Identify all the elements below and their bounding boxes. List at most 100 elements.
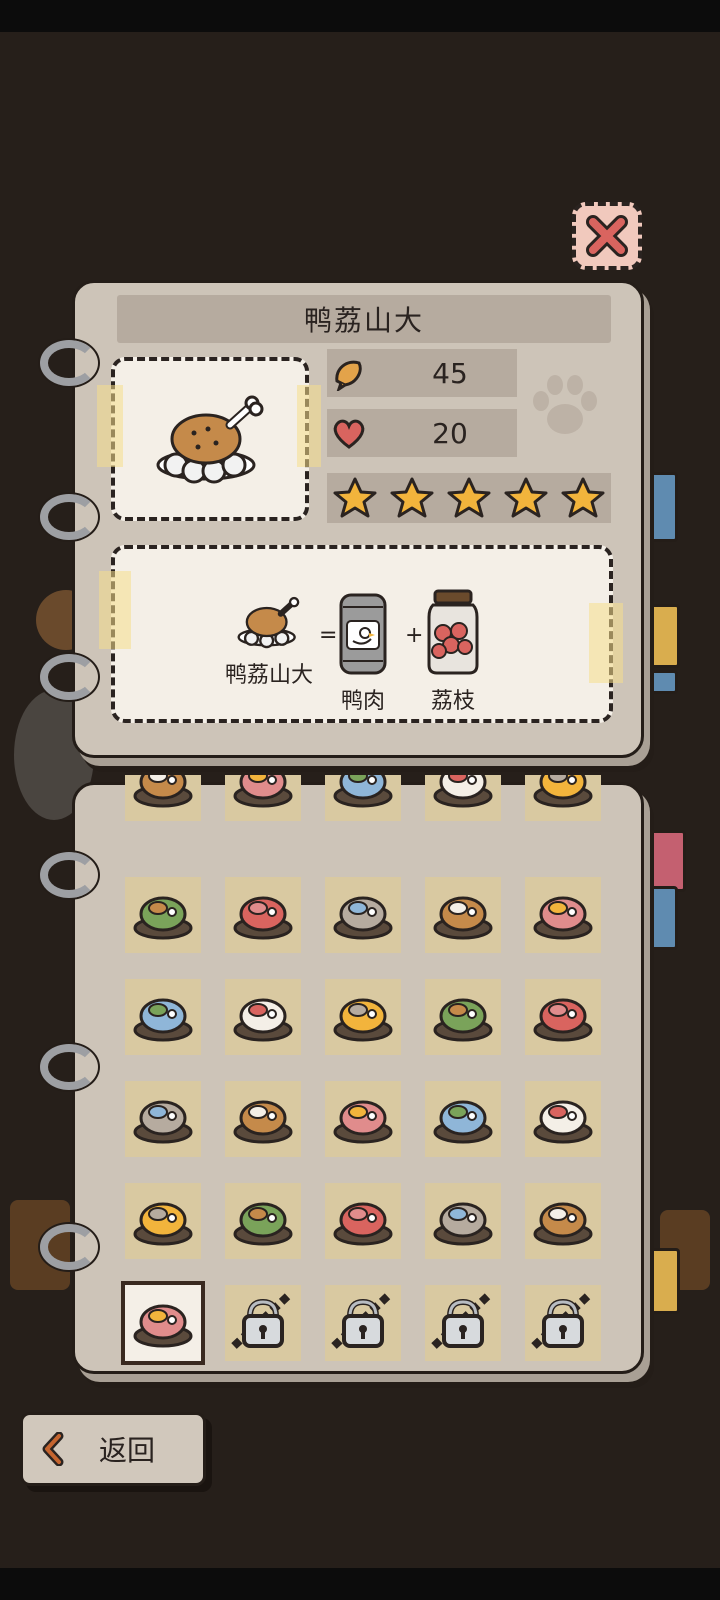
dumpling-plate-icon (130, 986, 196, 1048)
recipe-cell[interactable] (525, 775, 601, 821)
recipe-cell[interactable] (225, 1183, 301, 1259)
lidded-jar-icon (530, 775, 596, 814)
recipe-cell[interactable] (125, 1081, 201, 1157)
duck-can-icon (339, 593, 387, 675)
back-button[interactable]: 返回 (20, 1412, 206, 1486)
plus-sign: + (405, 623, 424, 648)
recipe-cell[interactable] (525, 979, 601, 1055)
ingredient-label: 荔枝 (430, 689, 475, 714)
side-tab-yellow[interactable] (648, 1248, 680, 1314)
close-button[interactable] (572, 202, 642, 270)
sandwich-icon (430, 884, 496, 946)
recipe-cell[interactable] (425, 877, 501, 953)
cherry-parfait-icon (230, 884, 296, 946)
recipe-detail-page: 鸭荔山大 45 20 鸭荔山大 = 鸭肉 + 荔枝 (72, 280, 644, 758)
recipe-cell[interactable] (225, 1285, 301, 1361)
recipe-cell[interactable] (125, 1183, 201, 1259)
dish-title: 鸭荔山大 (117, 295, 611, 343)
recipe-result-label: 鸭荔山大 (225, 663, 314, 688)
side-tab-pink[interactable] (648, 830, 686, 892)
tape-decoration (589, 603, 623, 683)
dish-image-frame (111, 357, 309, 521)
recipe-cell[interactable] (425, 775, 501, 821)
binder-ring (40, 852, 98, 898)
shrimp-sushi-icon (330, 1088, 396, 1150)
kiwi-sushi-icon (530, 986, 596, 1048)
binder-ring (40, 1044, 98, 1090)
recipe-grid (115, 775, 615, 1365)
bunny-cake-icon (330, 775, 396, 814)
equals-sign: = (319, 623, 338, 648)
recipe-cell[interactable] (225, 775, 301, 821)
ingredient-item: 鸭肉 (337, 591, 389, 715)
back-label: 返回 (99, 1434, 156, 1467)
milk-jar-icon (430, 775, 496, 814)
side-tab-blue[interactable] (648, 472, 678, 542)
price-value: 45 (432, 356, 468, 390)
veg-sushi-icon (530, 1088, 596, 1150)
ingredient-label: 鸭肉 (340, 689, 385, 714)
lock-icon (528, 1286, 598, 1360)
ingredient-item: 荔枝 (425, 587, 481, 715)
blue-parfait-icon (330, 884, 396, 946)
side-tab-blue[interactable] (648, 670, 678, 694)
recipe-cell[interactable] (125, 775, 201, 821)
recipe-cell[interactable] (525, 1081, 601, 1157)
star-rating (327, 473, 611, 523)
recipe-cell[interactable] (425, 1285, 501, 1361)
cream-parfait-icon (130, 884, 196, 946)
recipe-cell[interactable] (525, 877, 601, 953)
recipe-cell[interactable] (325, 877, 401, 953)
binder-ring (40, 654, 98, 700)
lock-icon (328, 1286, 398, 1360)
recipe-cell[interactable] (325, 1081, 401, 1157)
recipe-cell[interactable] (525, 1183, 601, 1259)
side-tab-blue[interactable] (648, 886, 678, 950)
recipe-cell[interactable] (325, 775, 401, 821)
duck-dish-icon (156, 395, 264, 484)
love-row: 20 (327, 409, 517, 457)
recipe-cell[interactable] (325, 1183, 401, 1259)
status-bar (0, 0, 720, 32)
price-row: 45 (327, 349, 517, 397)
recipe-cell[interactable] (525, 1285, 601, 1361)
close-icon (586, 215, 628, 257)
fried-egg-icon (530, 884, 596, 946)
tuna-sushi-icon (230, 1190, 296, 1252)
side-tab-yellow[interactable] (648, 604, 680, 668)
star-icon (447, 477, 491, 518)
recipe-cell[interactable] (225, 1081, 301, 1157)
recipe-cell[interactable] (325, 1285, 401, 1361)
recipe-cell[interactable] (121, 1281, 205, 1365)
meat-roll-icon (230, 986, 296, 1048)
recipe-result: 鸭荔山大 (225, 591, 313, 689)
recipe-cell[interactable] (125, 877, 201, 953)
egg-sushi-icon (430, 1088, 496, 1150)
lock-icon (428, 1286, 498, 1360)
binder-ring (40, 1224, 98, 1270)
recipe-cell[interactable] (225, 877, 301, 953)
tape-decoration (297, 385, 321, 467)
star-icon (504, 477, 548, 518)
heart-icon (333, 419, 365, 449)
tape-decoration (97, 385, 123, 467)
tape-decoration (99, 571, 131, 649)
star-icon (333, 477, 377, 518)
recipe-cell[interactable] (325, 979, 401, 1055)
binder-ring (40, 494, 98, 540)
lychee-jar-icon (427, 589, 479, 675)
recipe-cell[interactable] (425, 1081, 501, 1157)
recipe-cell[interactable] (425, 979, 501, 1055)
recipe-cell[interactable] (425, 1183, 501, 1259)
paw-icon (533, 375, 597, 434)
cake-icon (230, 775, 296, 814)
fish-cookie-icon (335, 360, 362, 391)
recipe-cell[interactable] (125, 979, 201, 1055)
recipe-cell[interactable] (225, 979, 301, 1055)
navigation-bar (0, 1568, 720, 1600)
bacon-bowl-icon (530, 1190, 596, 1252)
recipe-grid-page (72, 775, 644, 1374)
eel-sushi-icon (130, 1190, 196, 1252)
back-arrow-icon (42, 1432, 64, 1466)
duck-dish-icon (237, 596, 300, 649)
